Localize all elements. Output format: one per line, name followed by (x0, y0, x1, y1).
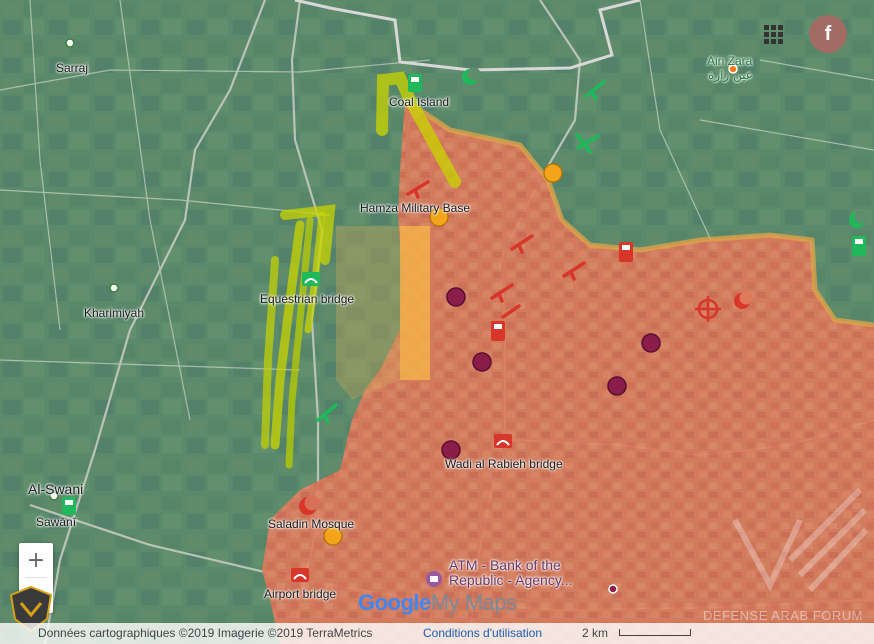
place-label-wadi-bridge: Wadi al Rabieh bridge (445, 457, 563, 471)
contested-area (400, 226, 430, 380)
fuel-pump-icon[interactable] (408, 74, 422, 92)
place-label-ain-zara-arabic: عين زارة (708, 68, 753, 82)
fuel-pump-icon[interactable] (852, 236, 866, 256)
bridge-icon[interactable] (494, 434, 512, 448)
map-marker[interactable] (543, 163, 563, 183)
map-marker[interactable] (446, 287, 466, 307)
place-label-atm-line1: ATM - Bank of the (449, 557, 561, 573)
scale-bar (619, 629, 691, 636)
map-marker[interactable] (641, 333, 661, 353)
forum-watermark: DEFENSE ARAB FORUM (703, 608, 863, 623)
terms-link[interactable]: Conditions d'utilisation (423, 626, 542, 640)
place-label-kharimiyah: Kharimiyah (84, 306, 145, 320)
place-label-hamza-base: Hamza Military Base (360, 201, 471, 215)
apps-grid-icon[interactable] (764, 25, 784, 45)
atm-icon[interactable] (426, 571, 442, 587)
fuel-pump-icon[interactable] (62, 497, 76, 515)
place-label-sarraj: Sarraj (56, 61, 89, 75)
fuel-pump-icon[interactable] (619, 242, 633, 262)
bridge-icon[interactable] (291, 568, 309, 582)
contested-area-west (336, 226, 400, 400)
scale-label: 2 km (582, 626, 609, 640)
place-label-atm-line2: Republic - Agency... (449, 572, 573, 588)
place-label-saladin-mosque: Saladin Mosque (268, 517, 355, 531)
google-wordmark: Google (358, 590, 431, 615)
mymaps-wordmark: My Maps (430, 590, 517, 615)
place-label-ain-zara: Ain Zara (707, 54, 753, 68)
place-label-airport-bridge: Airport bridge (264, 587, 337, 601)
place-dot (109, 283, 119, 293)
map-marker[interactable] (607, 376, 627, 396)
map-footer: Données cartographiques ©2019 Imagerie ©… (0, 623, 874, 644)
map-attribution: Données cartographiques ©2019 Imagerie ©… (38, 626, 373, 640)
google-mymaps-logo: GoogleMy Maps (358, 590, 517, 616)
place-label-coal-island: Coal Island (389, 95, 450, 109)
place-label-al-swani: Al-Swani (28, 481, 84, 497)
zoom-in-button[interactable]: + (19, 543, 53, 577)
place-dot (65, 38, 75, 48)
facebook-share-button[interactable]: f (809, 15, 847, 53)
bridge-icon[interactable] (302, 272, 320, 286)
fuel-pump-icon[interactable] (491, 321, 505, 341)
place-dot (608, 584, 618, 594)
place-label-equestrian-bridge: Equestrian bridge (260, 292, 355, 306)
map-marker[interactable] (472, 352, 492, 372)
place-label-sawani: Sawānī (36, 515, 77, 529)
